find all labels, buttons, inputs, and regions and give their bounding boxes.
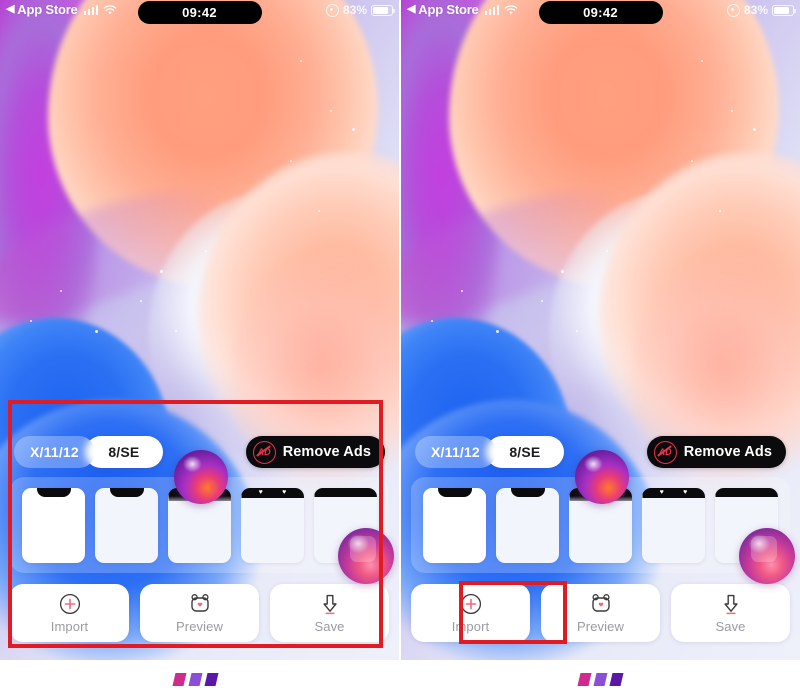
battery-icon [772,4,796,16]
battery-percent-label: 83% [342,3,367,17]
mark-1 [577,673,592,686]
no-ads-icon: AD [252,440,276,464]
back-app-label[interactable]: App Store [17,2,78,17]
mark-3 [204,673,219,686]
bear-face-heart-icon [188,592,212,616]
cellular-signal-icon [83,4,99,15]
heart-icon: ♥ [683,489,688,496]
back-arrow-icon[interactable]: ◀ [6,4,14,15]
thumbnail-notch-small-2[interactable] [95,487,158,563]
thumbnail-hearts[interactable]: ♥ ♥ [241,487,304,563]
status-bar-time: 09:42 [182,5,217,20]
remove-ads-label: Remove Ads [282,444,371,460]
thumbnail-hearts[interactable]: ♥ ♥ [642,487,705,563]
dynamic-island-clock: 09:42 [137,1,262,24]
footer-marks-left [172,673,219,686]
plus-circle-icon [459,592,483,616]
remove-ads-button[interactable]: AD Remove Ads [646,436,786,468]
download-arrow-icon [318,592,342,616]
toolbar-left: X/11/12 8/SE AD Remove Ads [0,435,399,469]
back-arrow-icon[interactable]: ◀ [407,4,415,15]
segment-option-8se[interactable]: 8/SE [84,436,163,468]
location-services-icon [325,3,339,17]
comparison-screenshot: ◀ App Store 09:42 83% X/11/12 8/SE AD Re… [0,0,800,700]
preview-label: Preview [176,619,223,634]
import-label: Import [451,619,490,634]
bear-face-heart-icon [589,592,613,616]
footer-marks-right [577,673,624,686]
segment-option-x1112[interactable]: X/11/12 [415,436,496,468]
device-segmented-control[interactable]: X/11/12 8/SE [14,436,163,468]
dynamic-island-clock: 09:42 [538,1,663,24]
thumbnail-notch-small[interactable] [22,487,85,563]
heart-icon: ♥ [282,489,287,496]
heart-icon: ♥ [659,489,664,496]
preview-button[interactable]: Preview [140,584,259,642]
download-arrow-icon [719,592,743,616]
remove-ads-button[interactable]: AD Remove Ads [245,436,385,468]
import-button[interactable]: Import [411,584,530,642]
import-button[interactable]: Import [10,584,129,642]
battery-percent-label: 83% [743,3,768,17]
panel-divider [399,0,401,660]
thumbnail-bar-fade[interactable] [569,487,632,563]
cellular-signal-icon [484,4,500,15]
status-bar-left: ◀ App Store 09:42 83% [0,0,399,24]
no-ads-icon: AD [653,440,677,464]
save-button[interactable]: Save [671,584,790,642]
thumbnail-notch-small[interactable] [423,487,486,563]
action-bar-left: Import Preview Save [10,584,389,642]
import-label: Import [50,619,89,634]
wifi-icon [504,4,518,15]
status-bar-left-group[interactable]: ◀ App Store [407,2,518,17]
status-bar-right: ◀ App Store 09:42 83% [401,0,800,24]
mark-3 [609,673,624,686]
save-button[interactable]: Save [270,584,389,642]
toolbar-right: X/11/12 8/SE AD Remove Ads [401,435,800,469]
phone-screen-left: ◀ App Store 09:42 83% X/11/12 8/SE AD Re… [0,0,399,660]
location-services-icon [726,3,740,17]
device-segmented-control[interactable]: X/11/12 8/SE [415,436,564,468]
heart-icon: ♥ [258,489,263,496]
back-app-label[interactable]: App Store [418,2,479,17]
segment-option-x1112[interactable]: X/11/12 [14,436,95,468]
preview-button[interactable]: Preview [541,584,660,642]
mark-2 [188,673,203,686]
status-bar-left-group[interactable]: ◀ App Store [6,2,117,17]
status-bar-right-group: 83% [726,3,796,17]
thumbnail-bar-plain[interactable] [314,487,377,563]
status-bar-right-group: 83% [325,3,395,17]
thumbnail-strip[interactable]: ♥ ♥ [411,477,790,573]
preview-label: Preview [577,619,624,634]
thumbnail-notch-small-2[interactable] [496,487,559,563]
thumbnail-bar-fade[interactable] [168,487,231,563]
wifi-icon [103,4,117,15]
save-label: Save [715,619,746,634]
app-ui-panel-left: X/11/12 8/SE AD Remove Ads ♥ ♥ Import Pr… [0,435,399,642]
segment-option-8se[interactable]: 8/SE [485,436,564,468]
mark-2 [593,673,608,686]
battery-icon [371,4,395,16]
app-ui-panel-right: X/11/12 8/SE AD Remove Ads ♥ ♥ Import Pr… [401,435,800,642]
remove-ads-label: Remove Ads [683,444,772,460]
phone-screen-right: ◀ App Store 09:42 83% X/11/12 8/SE AD Re… [401,0,800,660]
mark-1 [172,673,187,686]
thumbnail-bar-plain[interactable] [715,487,778,563]
action-bar-right: Import Preview Save [411,584,790,642]
plus-circle-icon [58,592,82,616]
status-bar-time: 09:42 [583,5,618,20]
save-label: Save [314,619,345,634]
thumbnail-strip[interactable]: ♥ ♥ [10,477,389,573]
